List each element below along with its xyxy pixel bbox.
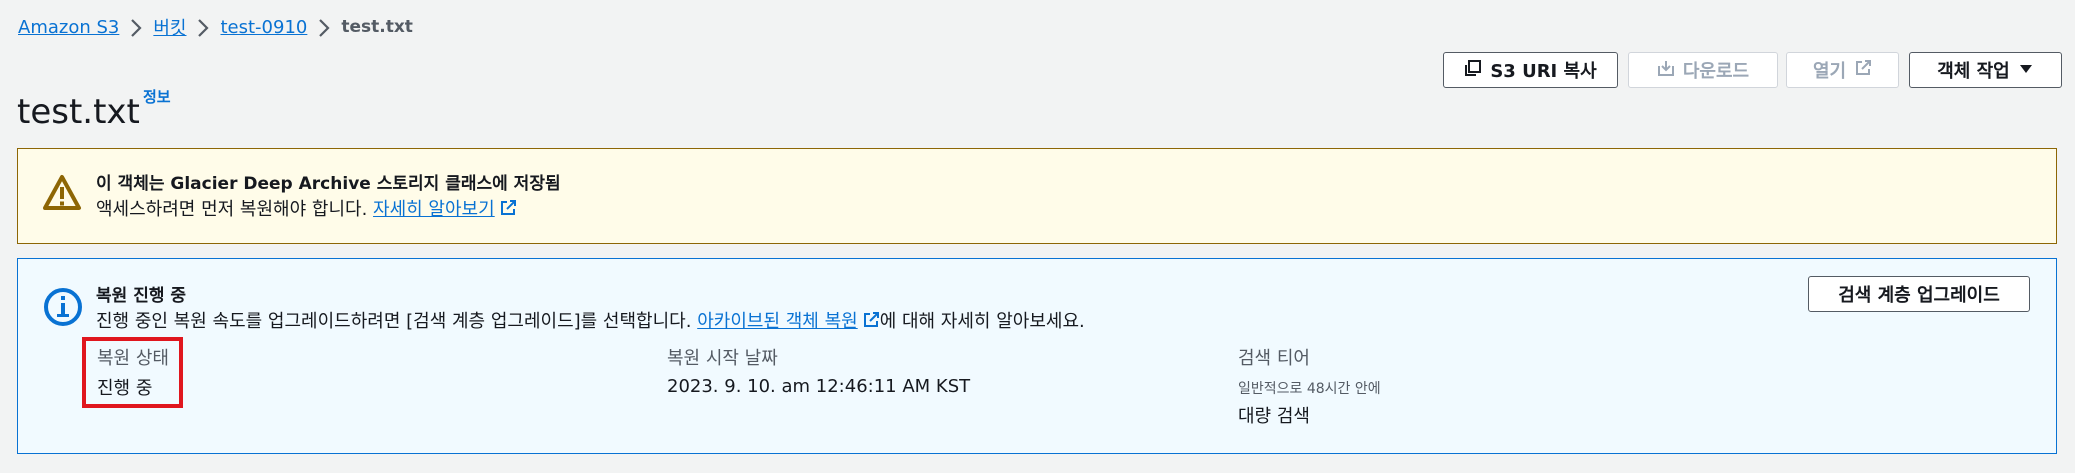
restore-in-progress-alert: 복원 진행 중 진행 중인 복원 속도를 업그레이드하려면 [검색 계층 업그레…: [17, 258, 2057, 454]
warning-title: 이 객체는 Glacier Deep Archive 스토리지 클래스에 저장됨: [96, 174, 561, 194]
page-title: test.txt: [17, 91, 140, 132]
learn-more-link[interactable]: 자세히 알아보기: [373, 199, 495, 220]
open-button[interactable]: 열기: [1786, 52, 1899, 88]
archived-object-restore-link[interactable]: 아카이브된 객체 복원: [697, 311, 857, 332]
restore-title: 복원 진행 중: [96, 286, 187, 306]
restore-body: 진행 중인 복원 속도를 업그레이드하려면 [검색 계층 업그레이드]를 선택합…: [96, 307, 1085, 334]
glacier-warning-alert: 이 객체는 Glacier Deep Archive 스토리지 클래스에 저장됨…: [17, 148, 2057, 244]
copy-icon: [1464, 59, 1482, 82]
retrieval-tier-label: 검색 티어: [1238, 348, 1310, 369]
retrieval-tier-note: 일반적으로 48시간 안에: [1238, 381, 1381, 397]
restore-body-suffix: 에 대해 자세히 알아보세요.: [879, 311, 1085, 332]
download-icon: [1657, 59, 1675, 82]
download-button[interactable]: 다운로드: [1628, 52, 1778, 88]
breadcrumb-bucket-test-0910[interactable]: test-0910: [220, 17, 307, 38]
object-actions-label: 객체 작업: [1937, 61, 2010, 82]
external-link-icon: [862, 311, 880, 334]
restore-status-highlight: [82, 337, 183, 408]
info-link[interactable]: 정보: [143, 86, 171, 107]
upgrade-retrieval-tier-button[interactable]: 검색 계층 업그레이드: [1808, 276, 2030, 312]
external-link-icon: [1854, 59, 1872, 82]
restore-body-text: 진행 중인 복원 속도를 업그레이드하려면 [검색 계층 업그레이드]를 선택합…: [96, 311, 692, 332]
caret-down-icon: [2018, 60, 2034, 81]
breadcrumb: Amazon S3 버킷 test-0910 test.txt: [18, 14, 413, 40]
warning-icon: [42, 173, 82, 217]
breadcrumb-amazon-s3[interactable]: Amazon S3: [18, 17, 119, 38]
copy-s3-uri-label: S3 URI 복사: [1490, 61, 1597, 82]
warning-body: 액세스하려면 먼저 복원해야 합니다. 자세히 알아보기: [96, 195, 517, 222]
copy-s3-uri-button[interactable]: S3 URI 복사: [1443, 52, 1618, 88]
warning-body-text: 액세스하려면 먼저 복원해야 합니다.: [96, 199, 368, 220]
download-label: 다운로드: [1682, 61, 1750, 82]
breadcrumb-current-object: test.txt: [341, 17, 413, 37]
restore-start-date-label: 복원 시작 날짜: [667, 348, 778, 369]
info-icon: [43, 287, 83, 331]
chevron-right-icon: [119, 17, 153, 38]
retrieval-tier-value: 대량 검색: [1238, 406, 1310, 427]
open-label: 열기: [1812, 61, 1847, 82]
object-actions-dropdown[interactable]: 객체 작업: [1909, 52, 2062, 88]
chevron-right-icon: [186, 17, 220, 38]
restore-start-date-value: 2023. 9. 10. am 12:46:11 AM KST: [667, 376, 971, 397]
external-link-icon: [499, 199, 517, 222]
breadcrumb-buckets[interactable]: 버킷: [153, 14, 186, 40]
chevron-right-icon: [307, 17, 341, 38]
